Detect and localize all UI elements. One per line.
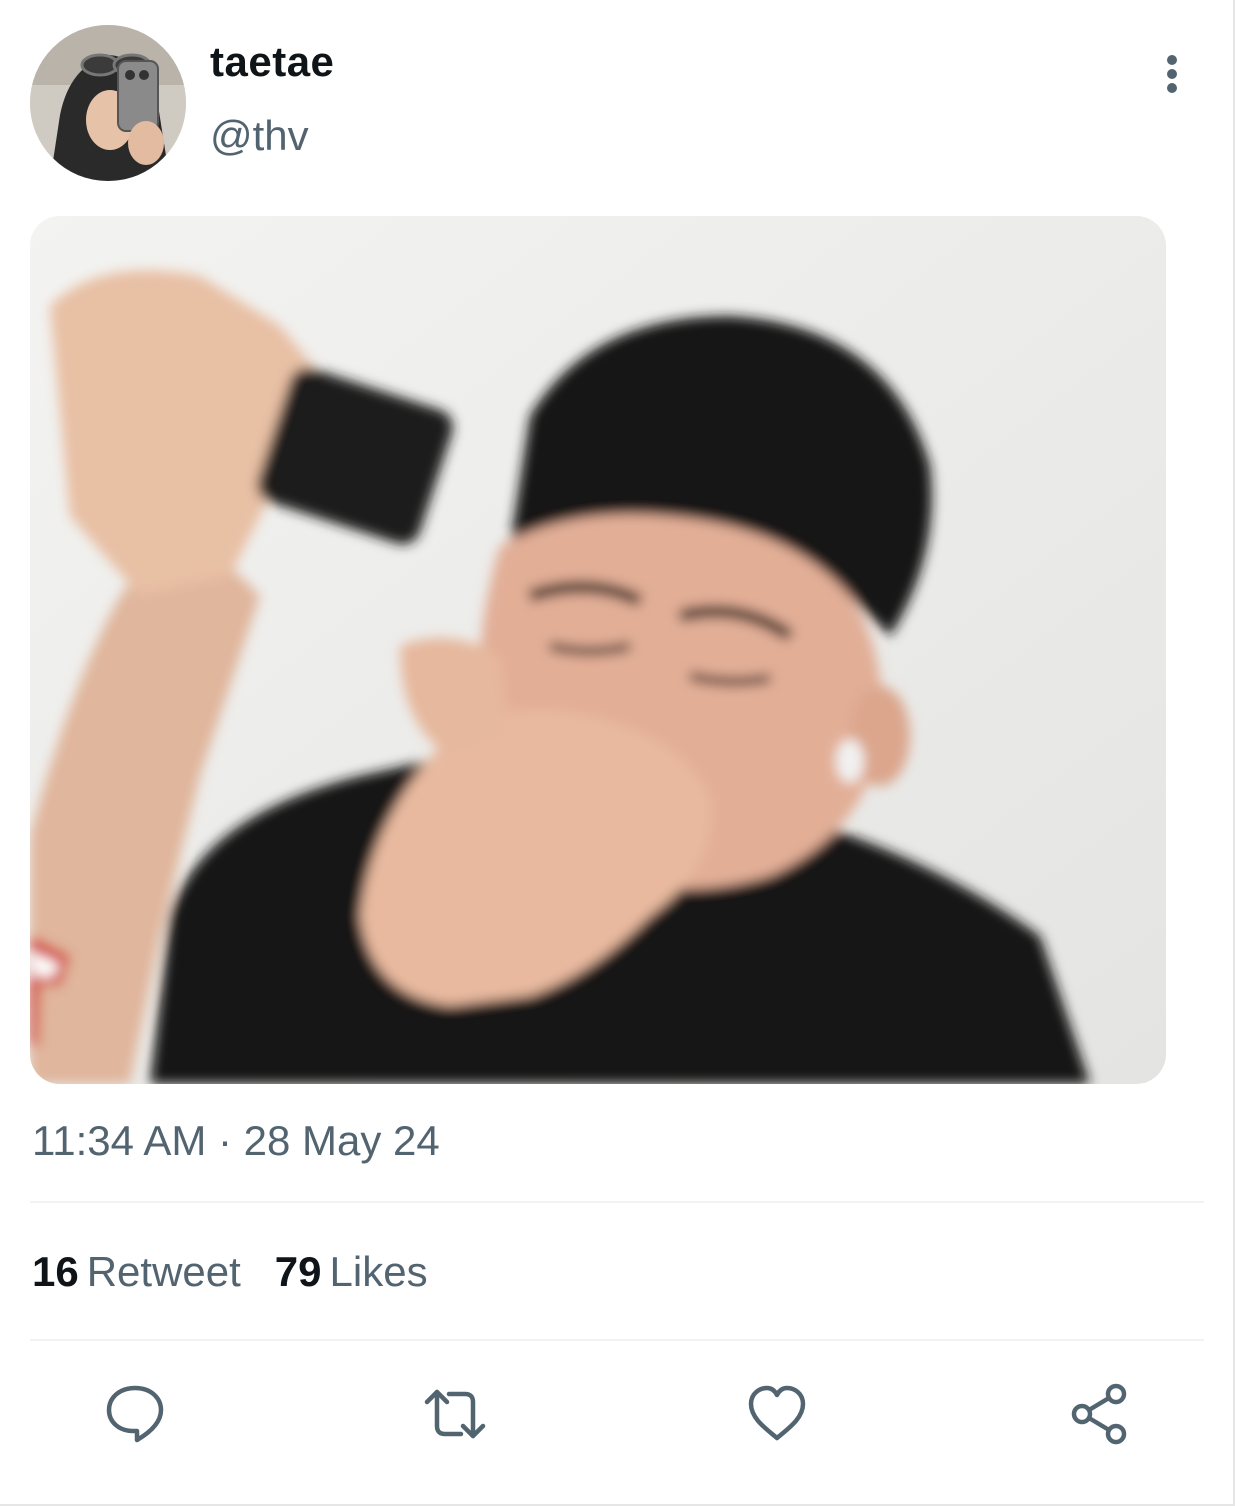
avatar-image [30, 25, 186, 181]
reply-button[interactable] [103, 1382, 167, 1446]
tweet-timestamp[interactable]: 11:34 AM · 28 May 24 [32, 1117, 440, 1165]
share-button[interactable] [1068, 1382, 1132, 1446]
tweet-stats: 16 Retweet 79 Likes [32, 1248, 462, 1296]
likes-stat[interactable]: 79 Likes [275, 1248, 428, 1295]
reply-icon [106, 1385, 164, 1443]
likes-label: Likes [329, 1248, 428, 1295]
user-handle[interactable]: @thv [210, 112, 309, 160]
more-vertical-icon [1167, 55, 1177, 93]
retweet-icon [424, 1389, 486, 1439]
share-icon [1071, 1383, 1127, 1445]
retweet-button[interactable] [423, 1382, 487, 1446]
display-name[interactable]: taetae [210, 38, 334, 86]
like-button[interactable] [745, 1382, 809, 1446]
likes-count: 79 [274, 1248, 322, 1295]
retweet-count: 16 [32, 1248, 79, 1295]
tweet-card: taetae @thv 11:34 AM · 28 May 24 16 Retw… [0, 0, 1235, 1506]
divider [30, 1201, 1204, 1203]
divider [30, 1339, 1204, 1341]
retweet-stat[interactable]: 16 Retweet [32, 1248, 241, 1295]
avatar[interactable] [30, 25, 186, 181]
heart-icon [748, 1385, 806, 1441]
photo-image [30, 216, 1166, 1084]
more-button[interactable] [1150, 52, 1194, 96]
tweet-photo[interactable] [30, 216, 1166, 1084]
retweet-label: Retweet [86, 1248, 241, 1295]
